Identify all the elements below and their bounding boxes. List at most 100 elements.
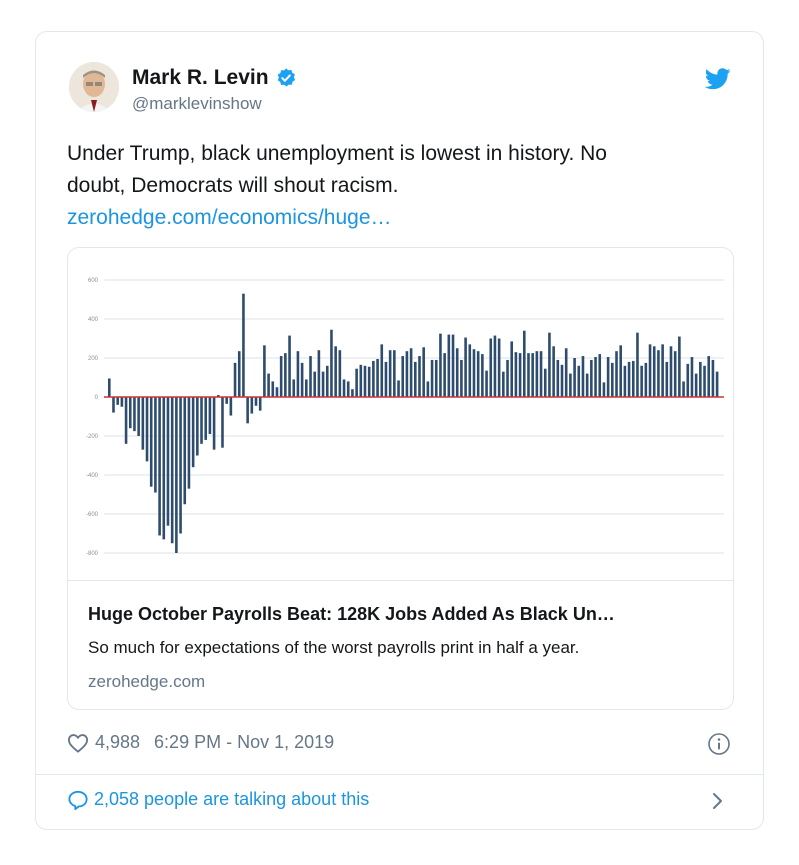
chart-bar	[451, 334, 455, 397]
chart-bar	[472, 349, 476, 397]
chart-bar	[179, 397, 182, 534]
chart-bar	[510, 341, 514, 397]
card-body[interactable]: Huge October Payrolls Beat: 128K Jobs Ad…	[88, 603, 718, 693]
chart-bar	[137, 397, 140, 436]
chart-bar	[539, 351, 543, 397]
chart-bar	[535, 351, 539, 397]
chart-bar	[665, 361, 669, 397]
chart-bar	[170, 397, 174, 544]
chart-bar	[263, 345, 266, 397]
chart-bar	[414, 361, 417, 397]
chart-bar	[694, 373, 698, 397]
tweet-meta: 4,988 6:29 PM - Nov 1, 2019	[67, 732, 334, 753]
like-count[interactable]: 4,988	[95, 732, 140, 753]
y-tick-label: 600	[88, 278, 99, 284]
talking-about-label[interactable]: 2,058 people are talking about this	[94, 789, 369, 810]
chart-bar	[673, 351, 677, 397]
chart-bar	[321, 371, 325, 397]
chart-bar	[560, 364, 564, 397]
chart-bar	[657, 350, 660, 397]
tweet-link[interactable]: zerohedge.com/economics/huge…	[67, 202, 727, 234]
twitter-bird-icon[interactable]	[704, 68, 731, 90]
chart-bar	[401, 356, 405, 397]
author-block[interactable]: Mark R. Levin @marklevinshow	[132, 65, 297, 115]
chart-bar	[527, 353, 530, 398]
chart-bar	[233, 362, 237, 398]
chart-bar	[124, 397, 128, 444]
chart-bar	[598, 354, 602, 397]
chart-bar	[305, 379, 308, 397]
tweet-timestamp[interactable]: 6:29 PM - Nov 1, 2019	[154, 732, 334, 753]
chart-bar	[581, 356, 585, 397]
chart-bar	[623, 365, 627, 397]
chart-bar	[250, 397, 254, 414]
chart-bar	[489, 338, 493, 397]
card-title[interactable]: Huge October Payrolls Beat: 128K Jobs Ad…	[88, 603, 718, 625]
author-display-name[interactable]: Mark R. Levin	[132, 65, 269, 91]
chart-bar	[149, 397, 153, 487]
chart-bar	[686, 363, 690, 397]
chart-bar	[145, 397, 149, 462]
chart-bar	[120, 397, 124, 407]
chart-bar	[543, 368, 547, 397]
chart-bar	[703, 365, 706, 397]
chart-bar	[284, 353, 287, 398]
chart-bar	[548, 332, 551, 397]
chart-bar	[183, 397, 187, 505]
chart-bar	[699, 361, 702, 397]
author-handle[interactable]: @marklevinshow	[132, 93, 297, 115]
chart-bar	[242, 293, 245, 397]
heart-icon[interactable]	[67, 733, 89, 753]
chart-bar	[166, 397, 170, 526]
chart-bar	[430, 359, 434, 397]
chart-bar	[422, 347, 425, 397]
chart-bar	[455, 348, 459, 397]
chart-bar	[476, 351, 480, 397]
talking-about-link[interactable]: 2,058 people are talking about this	[67, 789, 369, 810]
chart-bar	[300, 362, 304, 398]
chart-bar	[128, 397, 132, 429]
chart-bar	[506, 359, 509, 397]
chart-bar	[317, 350, 321, 397]
chart-bar	[196, 397, 199, 456]
chart-bar	[116, 397, 119, 405]
chart-bar	[590, 359, 593, 397]
chart-bar	[627, 361, 631, 397]
chart-bar	[682, 381, 685, 397]
tweet-text-line-1: Under Trump, black unemployment is lowes…	[67, 142, 607, 165]
chart-bar	[200, 397, 203, 444]
chart-bar	[468, 344, 472, 397]
chart-bar	[112, 397, 115, 413]
chart-bar	[355, 368, 358, 397]
chart-bar	[522, 330, 526, 397]
chart-bar	[569, 373, 572, 397]
chart-bar	[237, 351, 241, 397]
chart-bar	[556, 359, 560, 397]
chart-bar	[640, 365, 643, 397]
chart-bar	[606, 357, 610, 397]
chevron-right-icon[interactable]	[711, 792, 725, 810]
chart-bar	[531, 353, 534, 398]
y-tick-label: -800	[86, 551, 99, 557]
chart-bar	[187, 397, 191, 489]
info-icon[interactable]	[707, 732, 731, 756]
card-domain: zerohedge.com	[88, 672, 206, 691]
chart-bar	[393, 350, 396, 397]
card-chart-image[interactable]: 600 400 200 0 -200 -400 -600 -800	[68, 248, 733, 581]
chart-bar	[351, 389, 354, 397]
chart-bar	[212, 397, 216, 450]
avatar[interactable]	[69, 62, 119, 112]
link-card[interactable]: 600 400 200 0 -200 -400 -600 -800 Huge October …	[67, 247, 734, 710]
chart-bar	[254, 397, 258, 406]
chart-bar	[154, 397, 157, 493]
chart-bar	[707, 356, 711, 397]
chart-bar	[384, 361, 388, 397]
chart-bar	[133, 397, 136, 432]
chart-bar	[372, 360, 375, 397]
chart-bar	[615, 351, 618, 397]
chart-bar	[388, 350, 392, 397]
chart-bar	[208, 397, 212, 435]
tweet-embed: Mark R. Levin @marklevinshow Under Trump…	[35, 31, 764, 830]
chart-bar	[552, 346, 555, 397]
chart-bar	[493, 335, 497, 397]
